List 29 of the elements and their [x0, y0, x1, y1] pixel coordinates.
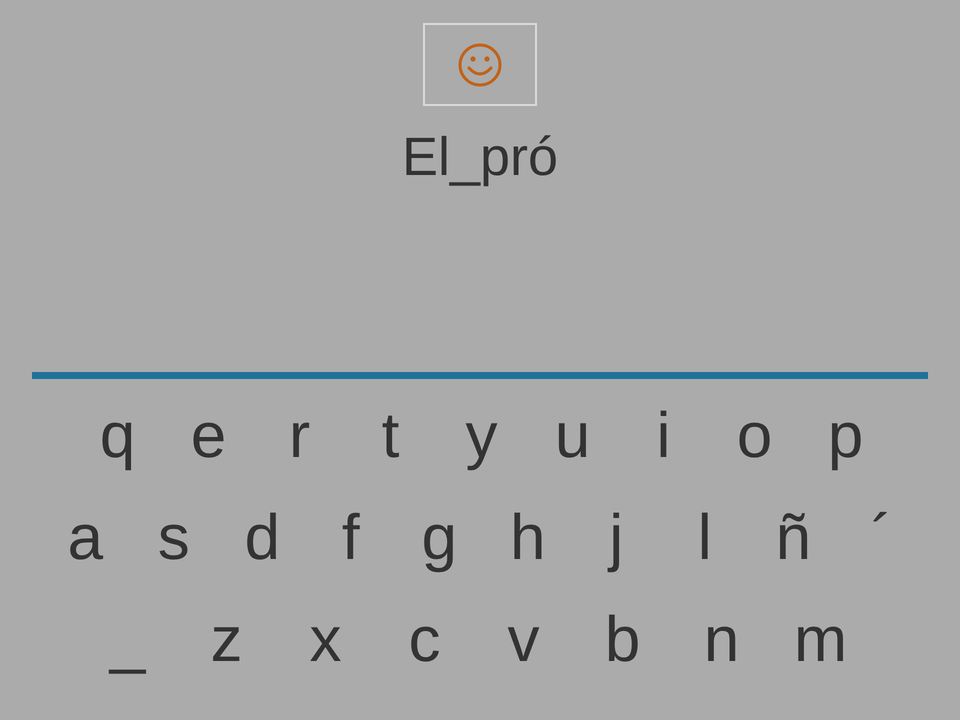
letter-key[interactable]: h [484, 495, 572, 579]
letter-key[interactable]: x [276, 597, 375, 681]
letter-key[interactable]: d [218, 495, 306, 579]
letter-key[interactable]: z [177, 597, 276, 681]
letter-key[interactable]: o [709, 393, 800, 477]
letter-key[interactable]: j [572, 495, 660, 579]
letter-key[interactable]: g [395, 495, 484, 579]
smiley-icon [457, 42, 503, 88]
letter-key[interactable]: n [672, 597, 771, 681]
letter-key[interactable]: i [618, 393, 709, 477]
letter-key[interactable]: t [345, 393, 436, 477]
letter-key[interactable]: e [163, 393, 254, 477]
letter-key[interactable]: ñ [749, 495, 838, 579]
letter-key[interactable]: r [254, 393, 345, 477]
letter-key[interactable]: s [130, 495, 218, 579]
letter-key[interactable]: u [527, 393, 618, 477]
letter-key[interactable]: c [375, 597, 474, 681]
answer-word: El_pró [402, 126, 558, 188]
letter-key[interactable]: b [573, 597, 672, 681]
letter-key[interactable]: m [771, 597, 870, 681]
letter-key[interactable]: p [800, 393, 891, 477]
letter-key[interactable]: _ [78, 597, 177, 681]
letter-key[interactable]: y [436, 393, 527, 477]
letter-key[interactable]: f [306, 495, 395, 579]
letter-key[interactable]: a [41, 495, 130, 579]
letter-key[interactable]: v [474, 597, 573, 681]
letter-key[interactable]: q [72, 393, 163, 477]
letter-key[interactable]: l [660, 495, 749, 579]
letter-key[interactable]: ´ [838, 495, 926, 579]
